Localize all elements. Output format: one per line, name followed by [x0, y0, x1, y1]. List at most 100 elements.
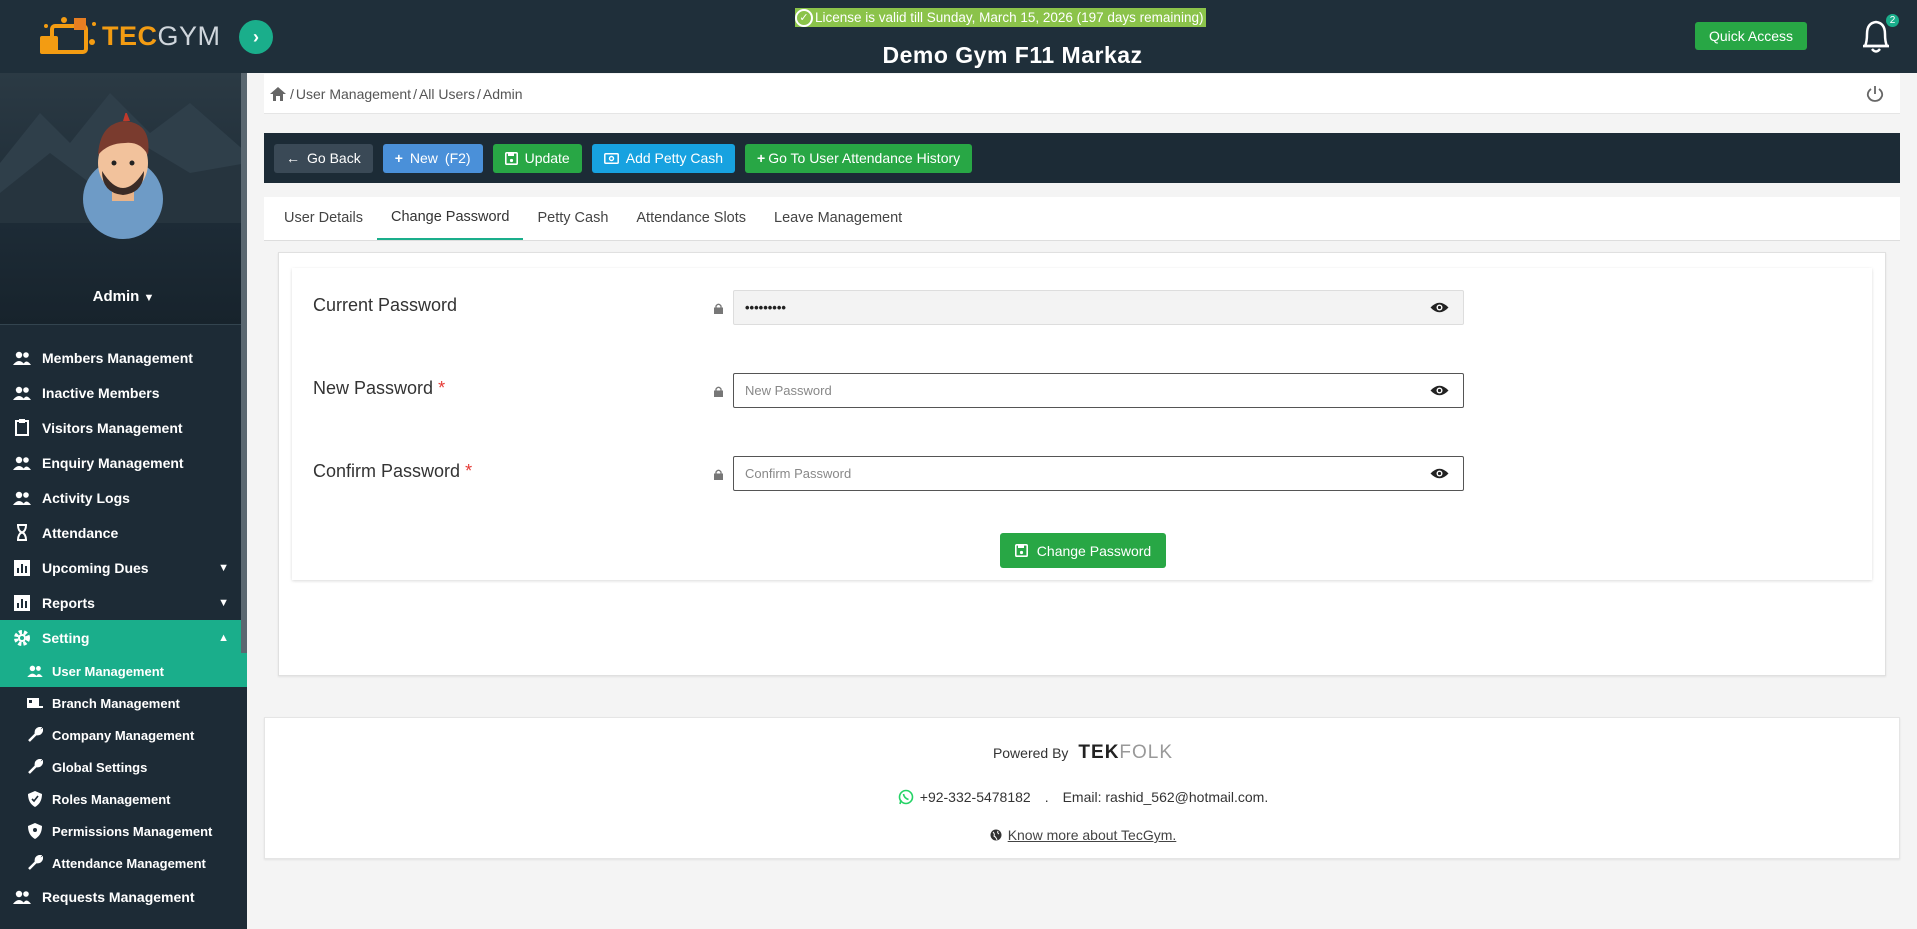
current-password-field[interactable]: •••••••••: [733, 290, 1464, 325]
sidebar-item-setting[interactable]: Setting ▲: [0, 620, 247, 655]
sidebar-item-branch-management[interactable]: Branch Management: [0, 687, 247, 719]
top-bar: › ✓ License is valid till Sunday, March …: [239, 0, 1917, 73]
logo-text: TECGYM: [102, 21, 221, 51]
users-icon: [12, 454, 32, 472]
sidebar-item-attendance-management[interactable]: Attendance Management: [0, 847, 247, 879]
sidebar-item-label: Enquiry Management: [42, 454, 184, 471]
sidebar-item-label: Visitors Management: [42, 419, 183, 436]
wrench-icon: [26, 759, 44, 775]
users-icon: [12, 384, 32, 402]
users-icon: [12, 888, 32, 906]
sidebar-item-visitors-management[interactable]: Visitors Management: [0, 410, 247, 445]
tab-change-password[interactable]: Change Password: [376, 196, 524, 240]
sidebar-item-activity-logs[interactable]: Activity Logs: [0, 480, 247, 515]
tab-petty-cash[interactable]: Petty Cash: [523, 196, 622, 240]
plus-icon: +: [394, 150, 403, 166]
sidebar-item-attendance[interactable]: Attendance: [0, 515, 247, 550]
plus-icon: +: [757, 150, 766, 166]
change-password-form: Current Password ••••••••• New Password …: [292, 268, 1872, 580]
sidebar-item-company-management[interactable]: Company Management: [0, 719, 247, 751]
know-more-link[interactable]: Know more about TecGym.: [1008, 827, 1177, 843]
tab-attendance-slots[interactable]: Attendance Slots: [622, 196, 760, 240]
add-petty-cash-button[interactable]: Add Petty Cash: [591, 143, 736, 173]
new-password-placeholder: New Password: [745, 383, 832, 398]
tab-user-details[interactable]: User Details: [270, 196, 377, 240]
current-password-row: Current Password •••••••••: [292, 289, 1872, 329]
new-shortcut: (F2): [444, 150, 471, 166]
breadcrumb-user-management[interactable]: User Management: [296, 86, 411, 102]
breadcrumb: / User Management / All Users / Admin: [264, 74, 1900, 114]
wrench-icon: [26, 855, 44, 871]
sidebar-item-label: Members Management: [42, 349, 193, 366]
chevron-down-icon: ▼: [218, 561, 229, 574]
sidebar-item-label: Activity Logs: [42, 489, 130, 506]
lock-icon: [714, 386, 723, 397]
change-password-button[interactable]: Change Password: [1000, 533, 1166, 568]
go-back-button[interactable]: ← Go Back: [274, 143, 373, 173]
update-button[interactable]: Update: [492, 143, 582, 173]
new-label: New: [409, 150, 438, 166]
eye-icon[interactable]: [1430, 467, 1449, 480]
gear-icon: [12, 629, 32, 647]
notification-badge: 2: [1886, 14, 1899, 27]
lock-icon: [714, 303, 723, 314]
avatar[interactable]: [70, 113, 176, 239]
tab-leave-management[interactable]: Leave Management: [760, 196, 916, 240]
phone-number: +92-332-5478182: [919, 789, 1031, 805]
change-password-label: Change Password: [1036, 542, 1152, 559]
new-password-field[interactable]: New Password: [733, 373, 1464, 408]
sidebar-item-global-settings[interactable]: Global Settings: [0, 751, 247, 783]
current-password-value: •••••••••: [745, 300, 786, 315]
sidebar-menu: Members Management Inactive Members Visi…: [0, 340, 247, 914]
power-icon[interactable]: [1866, 85, 1884, 103]
user-menu-toggle[interactable]: Admin ▼: [0, 288, 247, 305]
new-password-row: New Password * New Password: [292, 372, 1872, 412]
sidebar-item-label: User Management: [52, 663, 164, 679]
go-back-label: Go Back: [307, 150, 361, 166]
logo[interactable]: TECGYM: [0, 0, 247, 73]
sidebar-item-enquiry-management[interactable]: Enquiry Management: [0, 445, 247, 480]
sidebar-item-roles-management[interactable]: Roles Management: [0, 783, 247, 815]
attendance-history-button[interactable]: + Go To User Attendance History: [745, 143, 973, 173]
required-mark: *: [438, 378, 446, 398]
sidebar-item-label: Inactive Members: [42, 384, 160, 401]
powered-by: Powered By TEKFOLK: [265, 742, 1901, 764]
quick-access-button[interactable]: Quick Access: [1695, 22, 1807, 50]
eye-icon[interactable]: [1430, 301, 1449, 314]
sidebar-item-inactive-members[interactable]: Inactive Members: [0, 375, 247, 410]
shield-icon: [26, 823, 44, 839]
shield-icon: [26, 791, 44, 807]
attendance-history-label: Go To User Attendance History: [768, 150, 961, 166]
save-icon: [1014, 544, 1028, 557]
sidebar-item-reports[interactable]: Reports ▼: [0, 585, 247, 620]
eye-icon[interactable]: [1430, 384, 1449, 397]
wrench-icon: [26, 727, 44, 743]
tekfolk-logo[interactable]: TEKFOLK: [1078, 742, 1173, 764]
tab-bar: User Details Change Password Petty Cash …: [264, 197, 1900, 241]
arrow-left-icon: ←: [286, 150, 300, 166]
sidebar-item-label: Reports: [42, 594, 95, 611]
sidebar-item-upcoming-dues[interactable]: Upcoming Dues ▼: [0, 550, 247, 585]
change-password-panel: Current Password ••••••••• New Password …: [278, 252, 1886, 676]
breadcrumb-all-users[interactable]: All Users: [419, 86, 475, 102]
contact-info: +92-332-5478182 . Email: rashid_562@hotm…: [265, 789, 1901, 805]
check-circle-icon: ✓: [795, 8, 813, 27]
separator: .: [1044, 789, 1049, 805]
gym-name: Demo Gym F11 Markaz: [882, 42, 1143, 68]
sidebar: TECGYM Admin ▼ Members Management Inacti…: [0, 0, 247, 929]
action-toolbar: ← Go Back + New (F2) Update Add Petty Ca…: [264, 133, 1900, 183]
confirm-password-field[interactable]: Confirm Password: [733, 456, 1464, 491]
sidebar-item-members-management[interactable]: Members Management: [0, 340, 247, 375]
sidebar-item-label: Attendance Management: [52, 855, 206, 871]
sidebar-item-label: Setting: [42, 629, 90, 646]
sidebar-item-permissions-management[interactable]: Permissions Management: [0, 815, 247, 847]
confirm-password-label: Confirm Password *: [313, 461, 473, 481]
home-icon[interactable]: [270, 86, 286, 101]
chart-icon: [12, 594, 32, 612]
sidebar-scrollbar[interactable]: [241, 73, 247, 653]
users-icon: [12, 489, 32, 507]
sidebar-item-user-management[interactable]: User Management: [0, 655, 247, 687]
new-button[interactable]: + New (F2): [382, 143, 483, 173]
sidebar-item-label: Requests Management: [42, 888, 195, 905]
sidebar-item-requests-management[interactable]: Requests Management: [0, 879, 247, 914]
